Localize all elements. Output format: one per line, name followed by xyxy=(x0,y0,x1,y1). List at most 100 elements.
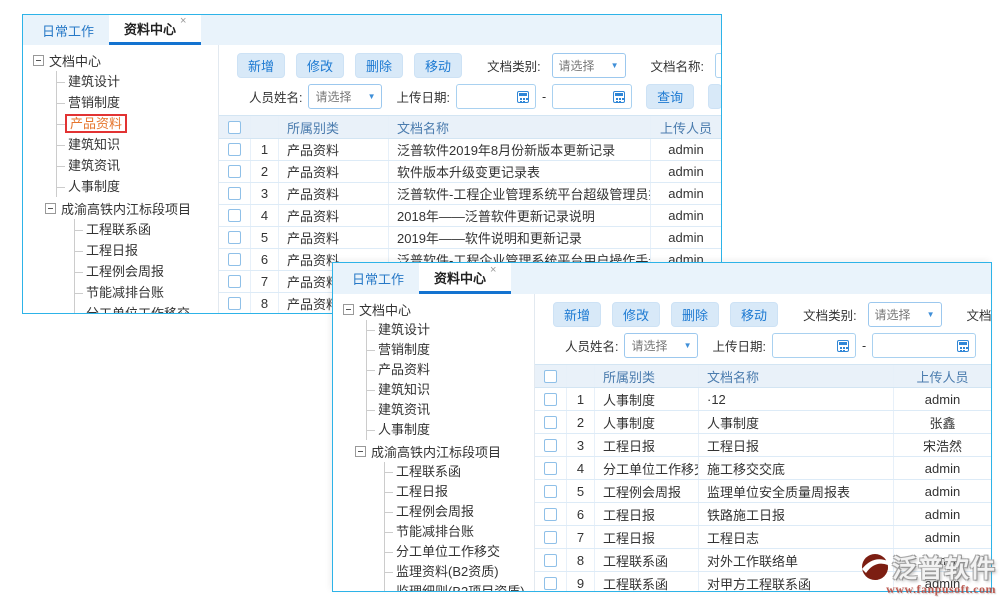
header-doc-name[interactable]: 文档名称 xyxy=(699,365,894,387)
delete-button[interactable]: 删除 xyxy=(355,53,403,78)
person-name-select[interactable]: 请选择 ▼ xyxy=(308,84,382,109)
tab-daily-work[interactable]: 日常工作 xyxy=(337,263,419,294)
tree-branch-project[interactable]: 成渝高铁内江标段项目 xyxy=(45,197,218,219)
header-category[interactable]: 所属别类 xyxy=(595,365,699,387)
row-checkbox[interactable] xyxy=(219,293,251,313)
tree-item[interactable]: 营销制度 xyxy=(367,340,534,360)
table-row[interactable]: 3 工程日报 工程日报 宋浩然 xyxy=(535,434,991,457)
tree-item[interactable]: 工程例会周报 xyxy=(75,261,218,282)
row-checkbox[interactable] xyxy=(535,388,567,410)
tab-daily-work[interactable]: 日常工作 xyxy=(27,15,109,45)
header-doc-name[interactable]: 文档名称 xyxy=(389,116,651,138)
close-icon[interactable]: × xyxy=(490,265,496,276)
add-button[interactable]: 新增 xyxy=(237,53,285,78)
row-checkbox[interactable] xyxy=(535,503,567,525)
row-checkbox[interactable] xyxy=(535,572,567,591)
row-checkbox[interactable] xyxy=(219,205,251,226)
calendar-icon[interactable] xyxy=(613,91,625,103)
upload-date-from-input[interactable] xyxy=(456,84,536,109)
query-button[interactable]: 查询 xyxy=(646,84,694,109)
tree-root-document-center[interactable]: 文档中心 xyxy=(33,49,218,71)
row-checkbox[interactable] xyxy=(535,411,567,433)
table-row[interactable]: 2 产品资料 软件版本升级变更记录表 admin xyxy=(219,161,721,183)
close-icon[interactable]: × xyxy=(180,16,186,27)
header-category[interactable]: 所属别类 xyxy=(279,116,389,138)
row-checkbox[interactable] xyxy=(535,526,567,548)
row-doc-name: 2019年——软件说明和更新记录 xyxy=(389,227,651,248)
tree-item[interactable]: 营销制度 xyxy=(57,92,218,113)
clipped-button[interactable] xyxy=(708,84,721,109)
table-row[interactable]: 4 分工单位工作移交 施工移交交底 admin xyxy=(535,457,991,480)
table-row[interactable]: 3 产品资料 泛普软件-工程企业管理系统平台超级管理员操作手册 admin xyxy=(219,183,721,205)
tree-item[interactable]: 工程日报 xyxy=(385,482,534,502)
row-checkbox[interactable] xyxy=(535,457,567,479)
tree-item[interactable]: 分工单位工作移交 xyxy=(385,542,534,562)
tree-item[interactable]: 工程联系函 xyxy=(385,462,534,482)
row-checkbox[interactable] xyxy=(535,480,567,502)
tree-item[interactable]: 人事制度 xyxy=(367,420,534,440)
header-uploader[interactable]: 上传人员 xyxy=(651,116,721,138)
table-row[interactable]: 5 产品资料 2019年——软件说明和更新记录 admin xyxy=(219,227,721,249)
table-row[interactable]: 7 工程日报 工程日志 admin xyxy=(535,526,991,549)
doc-category-select[interactable]: 请选择 ▼ xyxy=(868,302,942,327)
select-all-checkbox[interactable] xyxy=(219,116,251,138)
table-row[interactable]: 4 产品资料 2018年——泛普软件更新记录说明 admin xyxy=(219,205,721,227)
tree-item[interactable]: 建筑知识 xyxy=(57,134,218,155)
table-row[interactable]: 1 人事制度 ·12 admin xyxy=(535,388,991,411)
tree-item[interactable]: 监理资料(B2资质) xyxy=(385,562,534,582)
tree-item[interactable]: 建筑设计 xyxy=(367,320,534,340)
tree-item[interactable]: 产品资料 xyxy=(57,113,218,134)
tree-item[interactable]: 节能减排台账 xyxy=(75,282,218,303)
tree-item[interactable]: 监理细则(B2项目资质) xyxy=(385,582,534,591)
tree-item[interactable]: 节能减排台账 xyxy=(385,522,534,542)
tree-item[interactable]: 产品资料 xyxy=(367,360,534,380)
row-checkbox[interactable] xyxy=(535,434,567,456)
table-row[interactable]: 2 人事制度 人事制度 张鑫 xyxy=(535,411,991,434)
tree-branch-project[interactable]: 成渝高铁内江标段项目 xyxy=(355,440,534,462)
tree-item[interactable]: 人事制度 xyxy=(57,176,218,197)
tree-item[interactable]: 工程例会周报 xyxy=(385,502,534,522)
tree-item[interactable]: 建筑资讯 xyxy=(57,155,218,176)
row-checkbox[interactable] xyxy=(535,549,567,571)
calendar-icon[interactable] xyxy=(517,91,529,103)
row-checkbox[interactable] xyxy=(219,227,251,248)
collapse-icon[interactable] xyxy=(343,304,354,315)
tree-item[interactable]: 工程日报 xyxy=(75,240,218,261)
row-checkbox[interactable] xyxy=(219,249,251,270)
tab-data-center[interactable]: 资料中心 × xyxy=(419,263,511,294)
upload-date-to-input[interactable] xyxy=(872,333,976,358)
table-row[interactable]: 1 产品资料 泛普软件2019年8月份新版本更新记录 admin xyxy=(219,139,721,161)
row-checkbox[interactable] xyxy=(219,183,251,204)
doc-category-select[interactable]: 请选择 ▼ xyxy=(552,53,626,78)
tree-root-document-center[interactable]: 文档中心 xyxy=(343,298,534,320)
upload-date-to-input[interactable] xyxy=(552,84,632,109)
select-all-checkbox[interactable] xyxy=(535,365,567,387)
tree-item[interactable]: 建筑知识 xyxy=(367,380,534,400)
delete-button[interactable]: 删除 xyxy=(671,302,719,327)
move-button[interactable]: 移动 xyxy=(730,302,778,327)
edit-button[interactable]: 修改 xyxy=(612,302,660,327)
add-button[interactable]: 新增 xyxy=(553,302,601,327)
tree-item[interactable]: 建筑设计 xyxy=(57,71,218,92)
upload-date-from-input[interactable] xyxy=(772,333,856,358)
tab-data-center[interactable]: 资料中心 × xyxy=(109,15,201,45)
collapse-icon[interactable] xyxy=(33,55,44,66)
header-uploader[interactable]: 上传人员 xyxy=(894,365,991,387)
tree-item[interactable]: 建筑资讯 xyxy=(367,400,534,420)
calendar-icon[interactable] xyxy=(957,340,969,352)
row-checkbox[interactable] xyxy=(219,139,251,160)
row-checkbox[interactable] xyxy=(219,161,251,182)
row-checkbox[interactable] xyxy=(219,271,251,292)
calendar-icon[interactable] xyxy=(837,340,849,352)
table-row[interactable]: 6 工程日报 铁路施工日报 admin xyxy=(535,503,991,526)
doc-name-input[interactable] xyxy=(715,53,721,78)
move-button[interactable]: 移动 xyxy=(414,53,462,78)
tree-item[interactable]: 分工单位工作移交 xyxy=(75,303,218,313)
tree-item[interactable]: 工程联系函 xyxy=(75,219,218,240)
watermark: 泛普软件 www.fanpusoft.com xyxy=(860,549,996,597)
collapse-icon[interactable] xyxy=(45,203,56,214)
collapse-icon[interactable] xyxy=(355,446,366,457)
edit-button[interactable]: 修改 xyxy=(296,53,344,78)
person-name-select[interactable]: 请选择 ▼ xyxy=(624,333,698,358)
table-row[interactable]: 5 工程例会周报 监理单位安全质量周报表 admin xyxy=(535,480,991,503)
